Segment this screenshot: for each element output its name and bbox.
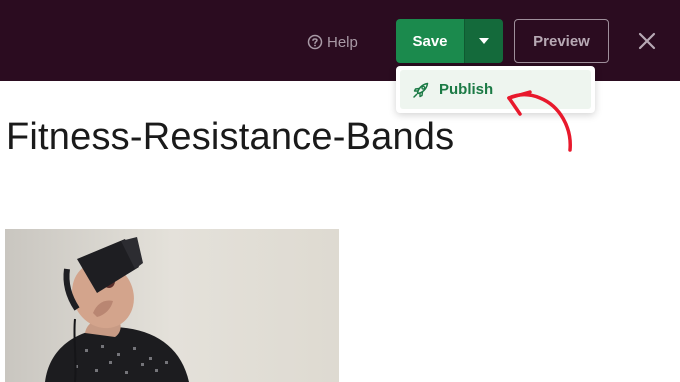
save-button[interactable]: Save <box>396 19 464 63</box>
product-image <box>5 229 339 382</box>
question-circle-icon <box>307 34 323 50</box>
save-options-toggle[interactable] <box>464 19 503 63</box>
help-button[interactable]: Help <box>307 32 358 52</box>
annotation-arrow <box>507 90 572 152</box>
preview-button[interactable]: Preview <box>514 19 609 63</box>
caret-down-icon <box>478 32 490 50</box>
rocket-icon <box>412 81 430 99</box>
page-title: Fitness-Resistance-Bands <box>6 116 455 158</box>
close-button[interactable] <box>636 30 658 52</box>
save-button-group: Save <box>396 19 503 63</box>
close-icon <box>636 30 658 52</box>
publish-label: Publish <box>439 81 494 98</box>
help-label: Help <box>327 33 358 51</box>
